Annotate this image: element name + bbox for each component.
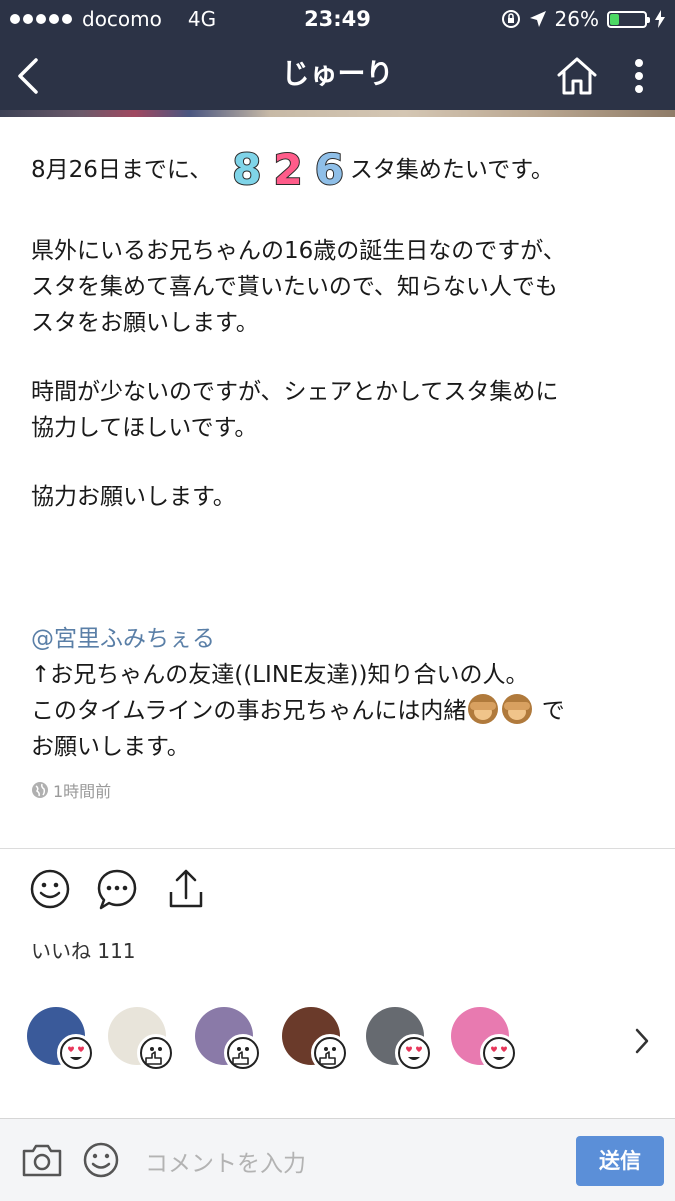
user-mention-link[interactable]: @宮里ふみちぇる xyxy=(31,621,651,657)
send-button[interactable]: 送信 xyxy=(576,1136,664,1186)
chevron-right-icon[interactable] xyxy=(632,1026,652,1056)
nav-bar: じゅーり xyxy=(0,38,675,110)
heart-eyes-icon xyxy=(57,1034,95,1072)
location-arrow-icon xyxy=(529,11,546,27)
post-text: スタを集めて喜んで貰いたいので、知らない人でも xyxy=(31,274,558,300)
comment-composer: コメントを入力 送信 xyxy=(0,1118,675,1201)
cover-photo-strip xyxy=(0,110,675,117)
see-no-evil-monkey-icon xyxy=(468,694,499,724)
home-icon[interactable] xyxy=(555,55,599,97)
reaction-avatars[interactable] xyxy=(0,1002,675,1077)
divider xyxy=(0,848,675,849)
charging-bolt-icon xyxy=(655,10,665,28)
more-vertical-icon[interactable] xyxy=(628,58,650,98)
post-text: 協力してほしいです。 xyxy=(31,415,258,441)
like-count[interactable]: いいね 111 xyxy=(31,935,136,964)
post-body: 8月26日までに、 8 2 6 スタ集めたいです。 県外にいるお兄ちゃんの16歳… xyxy=(31,140,651,765)
post-text: ↑お兄ちゃんの友達((LINE友達))知り合いの人。 xyxy=(31,662,529,688)
comment-input[interactable]: コメントを入力 xyxy=(145,1144,306,1178)
digit-sticker-2: 2 xyxy=(272,145,303,194)
post-timestamp: 1時間前 xyxy=(31,778,111,802)
emoji-icon[interactable] xyxy=(82,1141,120,1179)
rotation-lock-icon xyxy=(501,10,520,28)
comment-bubble-icon[interactable] xyxy=(96,868,138,912)
heart-eyes-icon xyxy=(480,1034,518,1072)
battery-percent: 26% xyxy=(554,7,599,31)
share-icon[interactable] xyxy=(166,868,206,910)
post-actions xyxy=(0,868,675,918)
battery-icon xyxy=(607,10,650,28)
digit-sticker-6: 6 xyxy=(314,145,345,194)
app-header: docomo 4G 23:49 26% じゅーり xyxy=(0,0,675,117)
timestamp-text: 1時間前 xyxy=(53,782,112,801)
thumbs-up-icon xyxy=(137,1034,175,1072)
post-text-line: このタイムラインの事お兄ちゃんには内緒 で xyxy=(31,693,651,729)
see-no-evil-monkey-icon xyxy=(502,694,533,724)
status-bar: docomo 4G 23:49 26% xyxy=(0,0,675,38)
post-text: 8月26日までに、 xyxy=(31,157,213,183)
post-text: で xyxy=(534,698,565,724)
post-text: スタ集めたいです。 xyxy=(349,157,554,183)
smiley-icon[interactable] xyxy=(29,868,71,910)
digit-sticker-8: 8 xyxy=(231,145,262,194)
post-text: スタをお願いします。 xyxy=(31,310,259,336)
status-right: 26% xyxy=(501,7,665,31)
globe-icon xyxy=(32,782,48,798)
post-text: このタイムラインの事お兄ちゃんには内緒 xyxy=(31,698,467,724)
thumbs-up-icon xyxy=(311,1034,349,1072)
post-text: 協力お願いします。 xyxy=(31,484,236,510)
post-text: お願いします。 xyxy=(31,734,190,760)
thumbs-up-icon xyxy=(224,1034,262,1072)
post-text: 時間が少ないのですが、シェアとかしてスタ集めに xyxy=(31,379,559,405)
heart-eyes-icon xyxy=(395,1034,433,1072)
post-line-1: 8月26日までに、 8 2 6 スタ集めたいです。 xyxy=(31,140,651,200)
camera-icon[interactable] xyxy=(20,1141,64,1179)
post-text: 県外にいるお兄ちゃんの16歳の誕生日なのですが、 xyxy=(31,238,566,264)
